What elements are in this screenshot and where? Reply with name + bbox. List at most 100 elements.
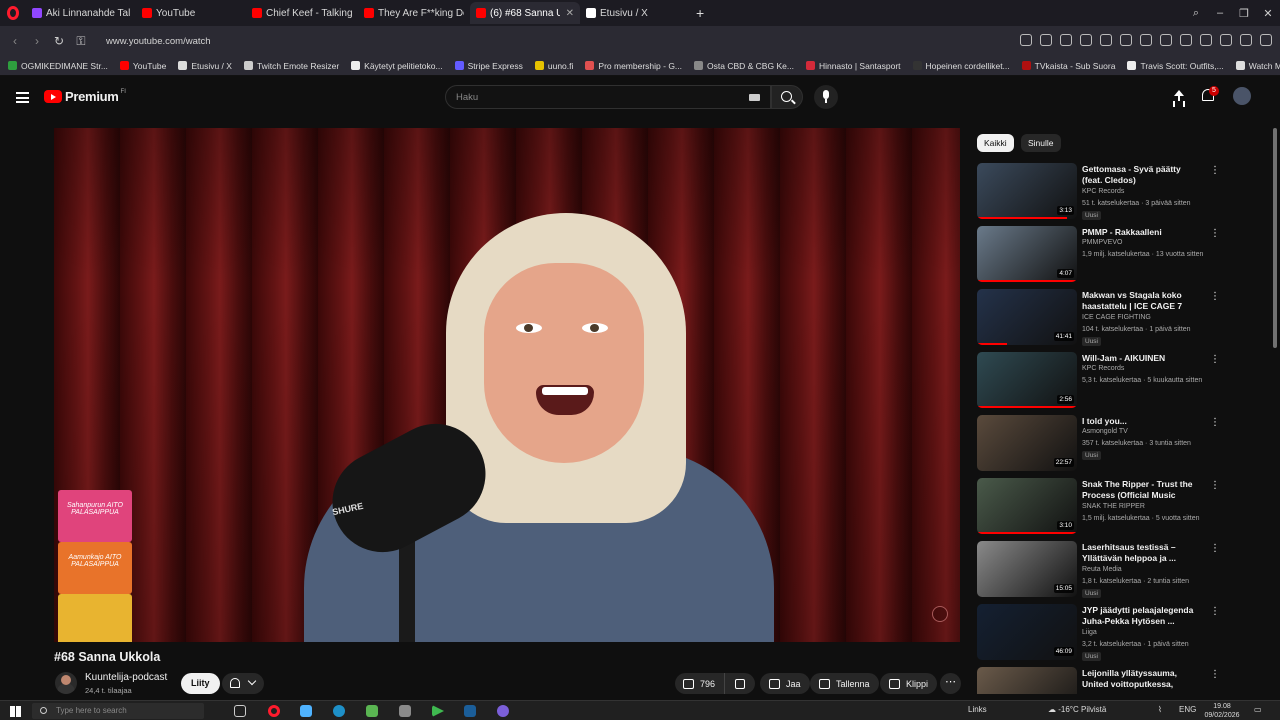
recommendation-item[interactable]: Leijonilla yllätyssauma, United voittopu… — [977, 667, 1267, 694]
recommendation-item[interactable]: 3:13 Gettomasa - Syvä päätty (feat. Cledo… — [977, 163, 1267, 221]
recommendation-title[interactable]: PMMP - Rakkaalleni — [1082, 227, 1202, 238]
bookmark-item[interactable]: Käytetyt pelitietoko... — [351, 61, 443, 71]
weather-widget[interactable]: ☁ -16°C Pilvistä — [1048, 705, 1106, 714]
vpn-icon[interactable] — [1080, 34, 1092, 46]
camera-icon[interactable] — [1060, 34, 1072, 46]
close-tab-icon[interactable]: ✕ — [566, 8, 574, 19]
recommendation-item[interactable]: 2:56 Will-Jam - AIKUINEN KPC Records 5,3 t.… — [977, 352, 1267, 410]
recommendation-title[interactable]: Leijonilla yllätyssauma, United voittopu… — [1082, 668, 1202, 690]
links-toolbar[interactable]: Links — [968, 705, 987, 714]
recommendation-title[interactable]: Laserhitsaus testissä – Yllättävän helpp… — [1082, 542, 1202, 564]
forward-icon[interactable]: › — [26, 34, 48, 48]
twitch-ext-icon[interactable] — [1220, 34, 1232, 46]
bookmark-item[interactable]: uuno.fi — [534, 61, 573, 71]
back-icon[interactable]: ‹ — [4, 34, 26, 48]
recommendation-channel[interactable]: ICE CAGE FIGHTING — [1082, 314, 1151, 321]
dislike-button[interactable] — [725, 678, 755, 689]
zoom-icon[interactable] — [1020, 34, 1032, 46]
more-options-icon[interactable]: ⋮ — [1210, 480, 1220, 491]
bookmark-item[interactable]: Hinnasto | Santasport — [805, 61, 901, 71]
recommendation-channel[interactable]: KPC Records — [1082, 188, 1124, 195]
video-thumbnail[interactable] — [977, 667, 1077, 694]
edit-icon[interactable] — [1040, 34, 1052, 46]
recommendation-channel[interactable]: PMMPVEVO — [1082, 239, 1122, 246]
language-indicator[interactable]: ENG — [1179, 705, 1196, 714]
chip-all[interactable]: Kaikki — [977, 134, 1014, 152]
browser-tab[interactable]: They Are F**king Desperat — [358, 2, 470, 24]
notification-center-icon[interactable]: ▭ — [1254, 705, 1262, 714]
opera-logo-icon[interactable] — [0, 0, 26, 26]
recommendation-channel[interactable]: Reuta Media — [1082, 566, 1122, 573]
more-options-icon[interactable]: ⋮ — [1210, 165, 1220, 176]
menu-icon[interactable] — [1180, 34, 1192, 46]
bookmark-item[interactable]: YouTube — [119, 61, 166, 71]
more-options-icon[interactable]: ⋮ — [1210, 606, 1220, 617]
youtube-premium-logo[interactable]: Premium FI — [44, 89, 126, 104]
recommendation-item[interactable]: 46:09 JYP jäädytti pelaajalegenda Juha-Pe… — [977, 604, 1267, 662]
video-thumbnail[interactable]: 22:57 — [977, 415, 1077, 471]
recommendation-title[interactable]: Will-Jam - AIKUINEN — [1082, 353, 1202, 364]
close-window-icon[interactable]: ✕ — [1256, 7, 1280, 20]
video-thumbnail[interactable]: 46:09 — [977, 604, 1077, 660]
browser-tab[interactable]: (6) #68 Sanna Ukkola ✕ — [470, 2, 580, 24]
bookmark-item[interactable]: Pro membership - G... — [585, 61, 682, 71]
recommendation-item[interactable]: 41:41 Makwan vs Stagala koko haastattelu … — [977, 289, 1267, 347]
bookmark-item[interactable]: TVkaista - Sub Suora — [1021, 61, 1115, 71]
more-options-icon[interactable]: ⋮ — [1210, 354, 1220, 365]
subscription-bell-button[interactable] — [222, 673, 264, 694]
share-button[interactable]: Jaa — [760, 673, 810, 694]
reload-icon[interactable]: ↻ — [48, 34, 70, 48]
extension-icon[interactable] — [1100, 34, 1112, 46]
copilot-icon[interactable] — [300, 705, 312, 717]
tab-search-icon[interactable]: ⌕ — [1184, 7, 1208, 20]
page-scrollbar[interactable] — [1273, 128, 1277, 348]
video-thumbnail[interactable]: 2:56 — [977, 352, 1077, 408]
clock[interactable]: 19.08 09/02/2026 — [1200, 702, 1244, 720]
more-options-icon[interactable]: ⋮ — [1210, 417, 1220, 428]
recommendation-title[interactable]: I told you... — [1082, 416, 1202, 427]
taskbar-search-input[interactable]: Type here to search — [32, 703, 204, 719]
heart-icon[interactable] — [1140, 34, 1152, 46]
recommendation-item[interactable]: 3:10 Snak The Ripper - Trust the Process … — [977, 478, 1267, 536]
hamburger-menu-icon[interactable] — [16, 92, 29, 103]
recommendation-channel[interactable]: Liiga — [1082, 629, 1097, 636]
video-thumbnail[interactable]: 3:10 — [977, 478, 1077, 534]
download-icon[interactable] — [1160, 34, 1172, 46]
new-tab-icon[interactable]: + — [696, 5, 704, 21]
video-thumbnail[interactable]: 15:05 — [977, 541, 1077, 597]
browser-tab[interactable]: Aki Linnanahde Talk Show — [26, 2, 136, 24]
play-icon[interactable] — [1120, 34, 1132, 46]
minimize-icon[interactable]: – — [1208, 7, 1232, 19]
voice-search-icon[interactable] — [814, 85, 838, 109]
recommendation-item[interactable]: 15:05 Laserhitsaus testissä – Yllättävän … — [977, 541, 1267, 599]
browser-tab[interactable]: YouTube — [136, 2, 246, 24]
windows-start-icon[interactable] — [10, 706, 21, 717]
bookmark-item[interactable]: Etusivu / X — [178, 61, 232, 71]
more-options-icon[interactable]: ⋮ — [1210, 228, 1220, 239]
bookmark-item[interactable]: Watch Marvel's Luk... — [1235, 61, 1280, 71]
recommendation-title[interactable]: JYP jäädytti pelaajalegenda Juha-Pekka H… — [1082, 605, 1202, 627]
recommendation-title[interactable]: Snak The Ripper - Trust the Process (Off… — [1082, 479, 1202, 501]
create-upload-icon[interactable] — [1172, 90, 1186, 104]
more-options-icon[interactable]: ⋮ — [1210, 669, 1220, 680]
opera-taskbar-icon[interactable] — [268, 705, 280, 717]
bookmark-item[interactable]: Osta CBD & CBG Ke... — [694, 61, 794, 71]
shield-app-icon[interactable] — [399, 705, 411, 717]
more-actions-icon[interactable]: ⋯ — [940, 673, 961, 694]
more-options-icon[interactable]: ⋮ — [1210, 543, 1220, 554]
profile-icon[interactable] — [1200, 34, 1212, 46]
more-options-icon[interactable]: ⋮ — [1210, 291, 1220, 302]
recommendation-channel[interactable]: Asmongold TV — [1082, 428, 1128, 435]
bookmark-item[interactable]: Twitch Emote Resizer — [243, 61, 339, 71]
chip-for-you[interactable]: Sinulle — [1021, 134, 1061, 152]
clip-button[interactable]: Klippi — [880, 673, 938, 694]
save-button[interactable]: Tallenna — [810, 673, 879, 694]
like-button[interactable]: 796 — [675, 673, 725, 694]
ai-icon[interactable] — [1260, 34, 1272, 46]
recommendation-channel[interactable]: KPC Records — [1082, 365, 1124, 372]
maximize-icon[interactable]: ❐ — [1232, 7, 1256, 20]
bookmark-item[interactable]: Travis Scott: Outfits,... — [1127, 61, 1224, 71]
video-thumbnail[interactable]: 4:07 — [977, 226, 1077, 282]
bookmark-item[interactable]: Stripe Express — [454, 61, 523, 71]
bookmark-item[interactable]: Hopeinen cordelliket... — [912, 61, 1010, 71]
